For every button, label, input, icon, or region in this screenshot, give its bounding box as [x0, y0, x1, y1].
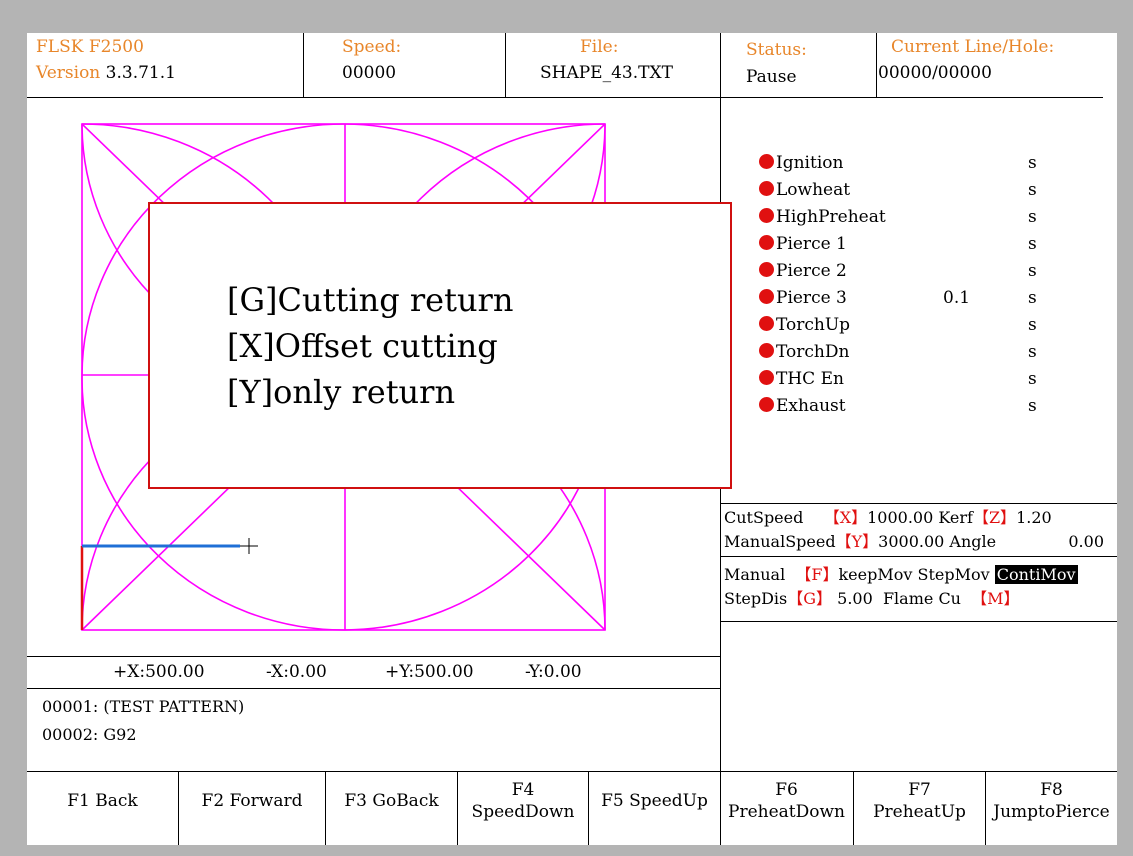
f2-forward-button[interactable]: F2 Forward — [179, 771, 325, 831]
file-label: File: — [580, 37, 619, 57]
io-unit: s — [1028, 180, 1037, 200]
stepdis-value: 5.00 — [837, 589, 873, 608]
speed-value: 00000 — [342, 63, 397, 83]
manual-speed-row: ManualSpeed【Y】3000.00 Angle 0.00 — [724, 532, 1104, 551]
indicator-dot-icon — [759, 262, 774, 277]
cut-speed-key: 【X】 — [823, 508, 868, 527]
f6-preheatdown-button[interactable]: F6 PreheatDown — [721, 771, 852, 831]
io-unit: s — [1028, 207, 1037, 227]
indicator-dot-icon — [759, 154, 774, 169]
flame-cut-label: Flame Cu — [882, 589, 961, 608]
io-value: 0.1 — [943, 288, 971, 308]
flame-key: 【M】 — [971, 589, 1020, 608]
f7-preheatup-button[interactable]: F7 PreheatUp — [854, 771, 985, 831]
stepdis-key: 【G】 — [787, 589, 833, 608]
line-value: 00000/00000 — [878, 63, 992, 83]
file-value: SHAPE_43.TXT — [540, 63, 673, 83]
code-line: 00001: (TEST PATTERN) — [42, 697, 245, 716]
cut-speed-row: CutSpeed 【X】1000.00 Kerf【Z】1.20 — [724, 508, 1052, 527]
limits-bottom-line — [27, 688, 721, 689]
cutting-return-option[interactable]: [G]Cutting return — [227, 280, 513, 320]
step-dis-row: StepDis【G】 5.00 Flame Cu 【M】 — [724, 589, 1020, 608]
cnc-screen: FLSK F2500 Version 3.3.71.1 Speed: 00000… — [27, 33, 1117, 845]
line-label: Current Line/Hole: — [891, 37, 1055, 57]
conti-mov-option[interactable]: ContiMov — [994, 565, 1078, 584]
params-mid-line — [720, 556, 1117, 557]
resume-mode-dialog: [G]Cutting return [X]Offset cutting [Y]o… — [148, 202, 732, 489]
io-item: Exhaust — [759, 395, 846, 417]
indicator-dot-icon — [759, 181, 774, 196]
indicator-dot-icon — [759, 289, 774, 304]
io-unit: s — [1028, 288, 1037, 308]
kerf-value: 1.20 — [1016, 508, 1052, 527]
params-top-line — [720, 503, 1117, 504]
status-label: Status: — [746, 40, 807, 60]
manual-speed-value: 3000.00 — [878, 532, 945, 551]
io-item: HighPreheat — [759, 206, 886, 228]
version-value: 3.3.71.1 — [105, 63, 176, 83]
manual-speed-key: 【Y】 — [835, 532, 879, 551]
limit-x-neg: -X:0.00 — [266, 662, 327, 682]
limit-y-pos: +Y:500.00 — [385, 662, 474, 682]
indicator-dot-icon — [759, 343, 774, 358]
io-unit: s — [1028, 396, 1037, 416]
version-label: Version — [36, 63, 101, 83]
step-mov-option[interactable]: StepMov — [918, 565, 990, 584]
io-item: Ignition — [759, 152, 843, 174]
f1-back-button[interactable]: F1 Back — [27, 771, 178, 831]
indicator-dot-icon — [759, 316, 774, 331]
f4-speeddown-button[interactable]: F4 SpeedDown — [458, 771, 588, 831]
offset-cutting-option[interactable]: [X]Offset cutting — [227, 326, 498, 366]
model-name: FLSK F2500 — [36, 37, 144, 57]
version-line: Version 3.3.71.1 — [36, 63, 176, 83]
f8-jumptopierce-button[interactable]: F8 JumptoPierce — [986, 771, 1117, 831]
io-item: Pierce 1 — [759, 233, 847, 255]
code-line: 00002: G92 — [42, 725, 137, 744]
manual-key: 【F】 — [795, 565, 839, 584]
io-item: TorchDn — [759, 341, 849, 363]
torch-cursor-icon — [240, 538, 258, 554]
f3-goback-button[interactable]: F3 GoBack — [326, 771, 457, 831]
f5-speedup-button[interactable]: F5 SpeedUp — [589, 771, 720, 831]
indicator-dot-icon — [759, 235, 774, 250]
header-divider — [505, 33, 506, 98]
io-item: Pierce 3 — [759, 287, 847, 309]
io-item: Lowheat — [759, 179, 850, 201]
io-item: Pierce 2 — [759, 260, 847, 282]
io-unit: s — [1028, 261, 1037, 281]
manual-mode-row: Manual 【F】keepMov StepMov ContiMov — [724, 565, 1078, 584]
io-unit: s — [1028, 342, 1037, 362]
limit-y-neg: -Y:0.00 — [525, 662, 582, 682]
io-item: TorchUp — [759, 314, 850, 336]
kerf-key: 【Z】 — [972, 508, 1017, 527]
io-unit: s — [1028, 234, 1037, 254]
keep-mov-option[interactable]: keepMov — [838, 565, 912, 584]
io-unit: s — [1028, 369, 1037, 389]
angle-value: 0.00 — [1068, 532, 1104, 551]
cut-speed-value: 1000.00 — [867, 508, 934, 527]
io-unit: s — [1028, 315, 1037, 335]
params-bottom-line — [720, 621, 1117, 622]
indicator-dot-icon — [759, 370, 774, 385]
header-divider — [876, 33, 877, 98]
indicator-dot-icon — [759, 208, 774, 223]
only-return-option[interactable]: [Y]only return — [227, 372, 455, 412]
limit-x-pos: +X:500.00 — [113, 662, 205, 682]
io-unit: s — [1028, 153, 1037, 173]
limits-top-line — [27, 656, 721, 657]
io-item: THC En — [759, 368, 844, 390]
speed-label: Speed: — [342, 37, 402, 57]
header-divider — [303, 33, 304, 98]
indicator-dot-icon — [759, 397, 774, 412]
status-value: Pause — [746, 67, 797, 87]
